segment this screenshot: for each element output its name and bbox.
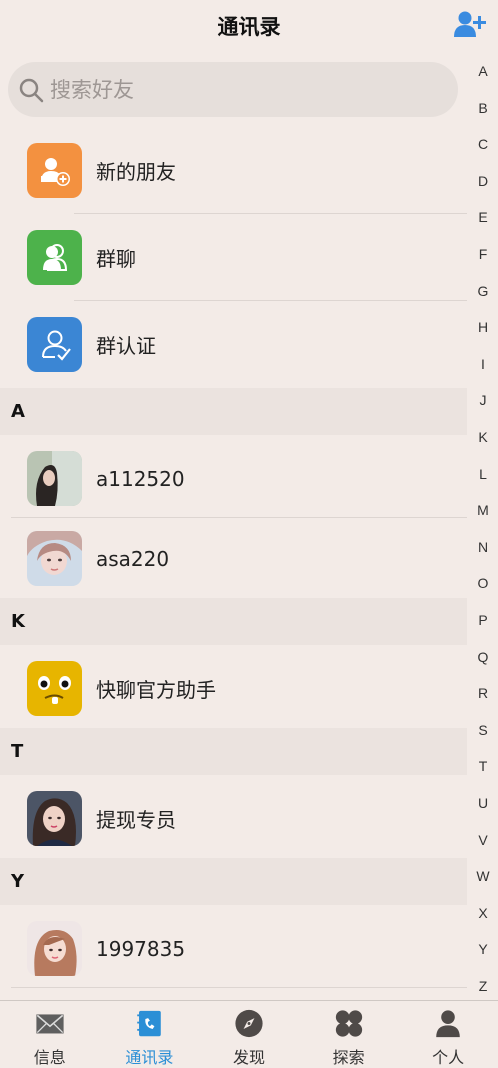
search-bar[interactable] [8, 62, 458, 117]
tab-label: 个人 [432, 1048, 465, 1067]
group-verify-row[interactable]: 群认证 [0, 301, 467, 388]
contact-row[interactable]: 提现专员 [0, 775, 467, 862]
contacts-book-icon [137, 1010, 162, 1037]
index-letter-o[interactable]: O [468, 575, 498, 591]
top-bar: 通讯录 [0, 0, 498, 52]
contact-name: a112520 [96, 466, 185, 491]
contact-name: 快聊官方助手 [96, 678, 216, 702]
index-letter-h[interactable]: H [468, 319, 498, 335]
section-letter: T [11, 741, 24, 762]
search-icon [19, 78, 44, 102]
index-letter-e[interactable]: E [468, 209, 498, 225]
index-letter-i[interactable]: I [468, 356, 498, 372]
index-letter-f[interactable]: F [468, 246, 498, 262]
tab-label: 发现 [232, 1048, 265, 1067]
tab-label: 探索 [332, 1048, 365, 1067]
group-verify-label: 群认证 [96, 334, 156, 358]
index-letter-u[interactable]: U [468, 795, 498, 811]
index-letter-y[interactable]: Y [468, 941, 498, 957]
index-letter-v[interactable]: V [468, 832, 498, 848]
divider [11, 987, 467, 988]
index-letter-w[interactable]: W [468, 868, 498, 884]
contact-name: 1997835 [96, 936, 186, 961]
add-user-icon[interactable] [454, 10, 486, 38]
section-letter: A [11, 401, 25, 422]
section-letter: K [11, 611, 25, 632]
index-letter-s[interactable]: S [468, 722, 498, 738]
bottom-tab-bar: 信息 通讯录 发现 探索 个人 [0, 1000, 498, 1068]
mail-icon [36, 1014, 64, 1034]
section-letter: Y [11, 871, 25, 892]
avatar [27, 531, 82, 586]
group-chat-row[interactable]: 群聊 [0, 214, 467, 301]
avatar [27, 921, 82, 976]
index-letter-a[interactable]: A [468, 63, 498, 79]
index-letter-m[interactable]: M [468, 502, 498, 518]
tab-label: 通讯录 [125, 1048, 174, 1067]
page-title: 通讯录 [217, 15, 281, 39]
contact-row[interactable]: asa220 [0, 515, 467, 602]
contact-row[interactable]: a112520 [0, 435, 467, 522]
avatar [27, 791, 82, 846]
add-friend-icon [27, 143, 82, 198]
index-letter-g[interactable]: G [468, 283, 498, 299]
index-letter-c[interactable]: C [468, 136, 498, 152]
contact-name: asa220 [96, 546, 170, 571]
compass-icon [235, 1009, 263, 1038]
group-verify-icon [27, 317, 82, 372]
contact-row[interactable]: 快聊官方助手 [0, 645, 467, 732]
index-letter-d[interactable]: D [468, 173, 498, 189]
index-letter-q[interactable]: Q [468, 649, 498, 665]
index-letter-x[interactable]: X [468, 905, 498, 921]
clover-icon [335, 1010, 362, 1037]
new-friends-label: 新的朋友 [96, 160, 176, 184]
avatar [27, 661, 82, 716]
group-chat-label: 群聊 [96, 247, 136, 271]
section-header-t: T [0, 728, 467, 775]
avatar [27, 451, 82, 506]
index-letter-t[interactable]: T [468, 758, 498, 774]
index-letter-b[interactable]: B [468, 100, 498, 116]
tab-messages[interactable]: 信息 [0, 1001, 100, 1068]
tab-contacts[interactable]: 通讯录 [100, 1001, 200, 1068]
index-letter-p[interactable]: P [468, 612, 498, 628]
section-header-k: K [0, 598, 467, 645]
tab-discover[interactable]: 发现 [199, 1001, 299, 1068]
index-letter-j[interactable]: J [468, 392, 498, 408]
section-header-y: Y [0, 858, 467, 905]
index-letter-n[interactable]: N [468, 539, 498, 555]
tab-label: 信息 [33, 1048, 66, 1067]
tab-profile[interactable]: 个人 [398, 1001, 498, 1068]
contact-name: 提现专员 [96, 808, 176, 832]
index-letter-l[interactable]: L [468, 466, 498, 482]
contact-row[interactable]: 1997835 [0, 905, 467, 992]
new-friends-row[interactable]: 新的朋友 [0, 127, 467, 214]
tab-explore[interactable]: 探索 [299, 1001, 399, 1068]
person-icon [436, 1010, 460, 1038]
index-letter-z[interactable]: Z [468, 978, 498, 994]
index-letter-k[interactable]: K [468, 429, 498, 445]
search-input[interactable] [50, 77, 430, 102]
section-header-a: A [0, 388, 467, 435]
index-letter-r[interactable]: R [468, 685, 498, 701]
group-chat-icon [27, 230, 82, 285]
